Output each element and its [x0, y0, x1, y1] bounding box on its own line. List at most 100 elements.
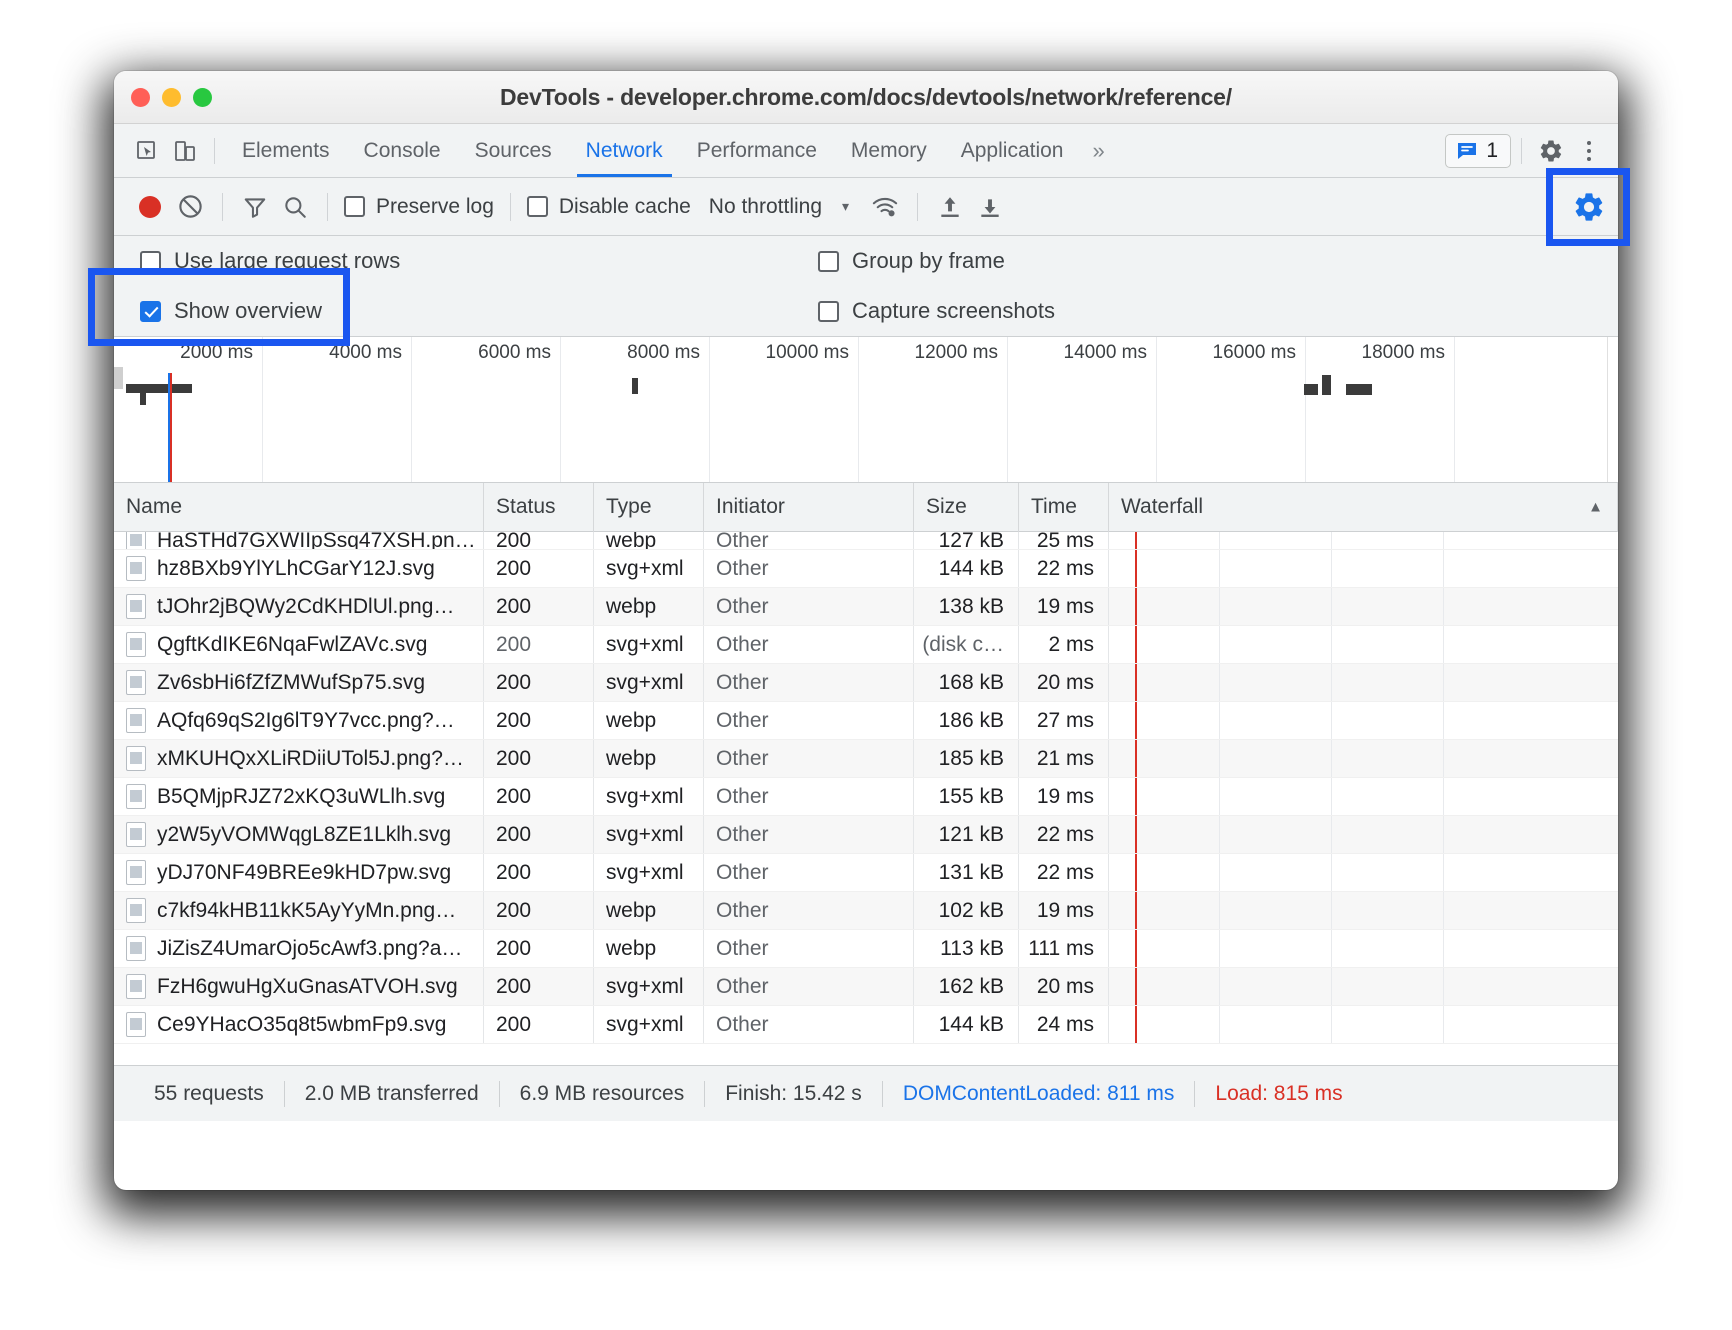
tab-application[interactable]: Application — [944, 124, 1081, 177]
column-header-size[interactable]: Size — [914, 482, 1019, 532]
table-row[interactable]: FzH6gwuHgXuGnasATVOH.svg 200 svg+xml Other 1… — [114, 968, 1618, 1006]
table-row[interactable]: hz8BXb9YlYLhCGarY12J.svg 200 svg+xml Other 1… — [114, 550, 1618, 588]
import-har-icon[interactable] — [930, 187, 970, 227]
show-overview-checkbox[interactable]: Show overview — [128, 298, 818, 324]
network-settings-gear-icon[interactable] — [1572, 190, 1606, 224]
network-overview-timeline[interactable]: 2000 ms 4000 ms 6000 ms 8000 ms 10000 ms… — [114, 337, 1618, 483]
network-settings-pane: Use large request rows Group by frame Sh… — [114, 236, 1618, 337]
zoom-button-icon[interactable] — [193, 87, 212, 107]
table-row[interactable]: xMKUHQxXLiRDiiUTol5J.png?… 200 webp Other 18… — [114, 740, 1618, 778]
table-body[interactable]: HaSTHd7GXWIIpSsq47XSH.png... 200 webp Other… — [114, 532, 1618, 1065]
cell-time: 19 ms — [1019, 588, 1109, 625]
capture-screenshots-checkbox[interactable]: Capture screenshots — [818, 298, 1055, 324]
request-name: Ce9YHacO35q8t5wbmFp9.svg — [157, 1012, 447, 1036]
device-toolbar-icon[interactable] — [166, 132, 204, 170]
tab-network[interactable]: Network — [569, 124, 680, 177]
table-row[interactable]: Ce9YHacO35q8t5wbmFp9.svg 200 svg+xml Other 1… — [114, 1006, 1618, 1044]
minimize-button-icon[interactable] — [162, 87, 181, 107]
cell-time: 19 ms — [1019, 892, 1109, 929]
cell-time: 21 ms — [1019, 740, 1109, 777]
issues-message-icon — [1458, 142, 1477, 159]
use-large-request-rows-checkbox[interactable]: Use large request rows — [128, 248, 818, 274]
overview-tick-label: 12000 ms — [914, 342, 998, 363]
cell-initiator: Other — [704, 816, 914, 853]
cell-waterfall — [1109, 892, 1618, 929]
inspect-element-icon[interactable] — [128, 132, 166, 170]
toolbar-divider — [327, 192, 328, 221]
cell-waterfall — [1109, 588, 1618, 625]
cell-name: JiZisZ4UmarOjo5cAwf3.png?a… — [114, 930, 484, 967]
cell-size: (disk c… — [914, 626, 1019, 663]
table-row[interactable]: JiZisZ4UmarOjo5cAwf3.png?a… 200 webp Other 1… — [114, 930, 1618, 968]
tab-performance[interactable]: Performance — [680, 124, 834, 177]
use-large-request-rows-label: Use large request rows — [174, 248, 401, 273]
tab-sources[interactable]: Sources — [458, 124, 569, 177]
table-row[interactable]: Zv6sbHi6fZfZMWufSp75.svg 200 svg+xml Other 1… — [114, 664, 1618, 702]
issues-counter-button[interactable]: 1 — [1445, 133, 1511, 168]
toolbar-divider — [509, 192, 511, 221]
cell-waterfall — [1109, 702, 1618, 739]
close-button-icon[interactable] — [131, 87, 150, 107]
column-header-initiator[interactable]: Initiator — [704, 482, 914, 532]
preserve-log-checkbox[interactable]: Preserve log — [340, 195, 498, 219]
cell-status: 200 — [484, 968, 594, 1005]
show-overview-label: Show overview — [174, 298, 322, 323]
more-tabs-icon[interactable]: » — [1080, 124, 1116, 177]
network-conditions-wifi-icon[interactable] — [865, 187, 905, 227]
request-name: tJOhr2jBQWy2CdKHDlUl.png… — [157, 594, 455, 618]
table-row[interactable]: AQfq69qS2Ig6lT9Y7vcc.png?… 200 webp Other 18… — [114, 702, 1618, 740]
finish-time: Finish: 15.42 s — [725, 1081, 862, 1105]
chevron-down-icon[interactable]: ▾ — [842, 198, 849, 215]
sort-ascending-icon: ▲ — [1588, 498, 1603, 516]
cell-waterfall — [1109, 778, 1618, 815]
column-header-name[interactable]: Name — [114, 482, 484, 532]
table-row[interactable]: c7kf94kHB11kK5AyYyMn.png… 200 webp Other 102… — [114, 892, 1618, 930]
column-header-status[interactable]: Status — [484, 482, 594, 532]
devtools-window: DevTools - developer.chrome.com/docs/dev… — [114, 71, 1618, 1190]
disable-cache-label: Disable cache — [558, 194, 691, 218]
more-options-icon[interactable] — [1570, 132, 1608, 170]
request-name: c7kf94kHB11kK5AyYyMn.png… — [157, 898, 457, 922]
tab-console[interactable]: Console — [347, 124, 458, 177]
settings-gear-icon[interactable] — [1532, 132, 1570, 170]
cell-name: FzH6gwuHgXuGnasATVOH.svg — [114, 968, 484, 1005]
cell-initiator: Other — [704, 588, 914, 625]
overview-tick-label: 14000 ms — [1063, 342, 1147, 363]
cell-type: webp — [594, 930, 704, 967]
cell-name: AQfq69qS2Ig6lT9Y7vcc.png?… — [114, 702, 484, 739]
column-header-type[interactable]: Type — [594, 482, 704, 532]
table-row[interactable]: QgftKdIKE6NqaFwlZAVc.svg 200 svg+xml Other(… — [114, 626, 1618, 664]
requests-count: 55 requests — [154, 1081, 264, 1105]
overview-tick-label: 10000 ms — [765, 342, 849, 363]
file-type-icon — [126, 974, 146, 999]
search-icon[interactable] — [275, 187, 315, 227]
group-by-frame-checkbox[interactable]: Group by frame — [818, 248, 1005, 274]
cell-name: HaSTHd7GXWIIpSsq47XSH.png... — [114, 532, 484, 549]
file-type-icon — [126, 860, 146, 885]
kebab-dots — [1587, 140, 1591, 161]
column-header-waterfall[interactable]: Waterfall ▲ — [1109, 482, 1618, 532]
request-name: FzH6gwuHgXuGnasATVOH.svg — [157, 974, 458, 998]
record-button-icon[interactable] — [130, 187, 170, 227]
clear-network-log-icon[interactable] — [170, 187, 210, 227]
cell-name: Zv6sbHi6fZfZMWufSp75.svg — [114, 664, 484, 701]
cell-type: svg+xml — [594, 664, 704, 701]
tab-memory[interactable]: Memory — [834, 124, 944, 177]
tab-elements[interactable]: Elements — [225, 124, 347, 177]
cell-type: svg+xml — [594, 816, 704, 853]
table-row[interactable]: B5QMjpRJZ72xKQ3uWLlh.svg 200 svg+xml Other 1… — [114, 778, 1618, 816]
export-har-icon[interactable] — [970, 187, 1010, 227]
file-type-icon — [126, 822, 146, 847]
screenshot-root: DevTools - developer.chrome.com/docs/dev… — [0, 0, 1732, 1330]
throttling-select-value[interactable]: No throttling — [709, 195, 822, 219]
disable-cache-checkbox[interactable]: Disable cache — [523, 195, 695, 219]
table-row[interactable]: y2W5yVOMWqgL8ZE1Lklh.svg 200 svg+xml Other 1… — [114, 816, 1618, 854]
cell-name: QgftKdIKE6NqaFwlZAVc.svg — [114, 626, 484, 663]
cell-initiator: Other — [704, 1006, 914, 1043]
table-row[interactable]: HaSTHd7GXWIIpSsq47XSH.png... 200 webp Other… — [114, 532, 1618, 550]
column-header-time[interactable]: Time — [1019, 482, 1109, 532]
table-row[interactable]: yDJ70NF49BREe9kHD7pw.svg 200 svg+xml Other 1… — [114, 854, 1618, 892]
table-row[interactable]: tJOhr2jBQWy2CdKHDlUl.png… 200 webp Other 138… — [114, 588, 1618, 626]
filter-icon[interactable] — [235, 187, 275, 227]
file-type-icon — [126, 898, 146, 923]
